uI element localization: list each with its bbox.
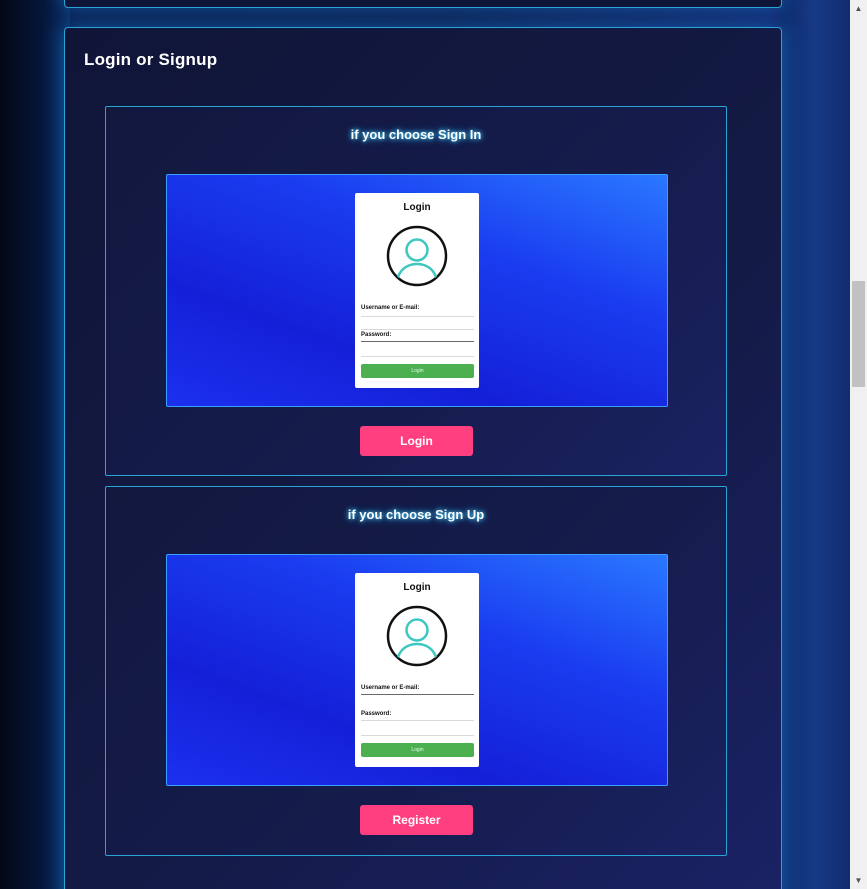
preview-login-button: Login (361, 364, 474, 378)
preview-divider (361, 735, 474, 736)
page: Login or Signup if you choose Sign In Lo… (0, 0, 850, 889)
user-avatar-icon (386, 605, 448, 667)
preview-login-form: Login Username or E-mail: Password: Logi… (355, 573, 479, 767)
preview-password-field (361, 341, 474, 342)
preview-password-label: Password: (361, 332, 392, 338)
register-button[interactable]: Register (360, 805, 473, 835)
preview-form-title: Login (403, 202, 431, 213)
preview-username-field (361, 316, 474, 317)
arrow-up-icon[interactable]: ▲ (850, 0, 867, 17)
preview-password-label: Password: (361, 711, 392, 717)
login-signup-section: Login or Signup if you choose Sign In Lo… (64, 27, 782, 889)
preview-divider (361, 329, 474, 330)
preview-login-button: Login (361, 743, 474, 757)
scrollbar-thumb[interactable] (852, 281, 865, 387)
preview-username-label: Username or E-mail: (361, 685, 420, 691)
right-glow-background (780, 0, 850, 889)
preview-password-field (361, 720, 474, 721)
login-button[interactable]: Login (360, 426, 473, 456)
preview-divider (361, 356, 474, 357)
sign-up-option-card: if you choose Sign Up Login Username or … (105, 486, 727, 856)
preview-username-field (361, 694, 474, 695)
preview-username-label: Username or E-mail: (361, 305, 420, 311)
sign-up-preview-image: Login Username or E-mail: Password: Logi… (166, 554, 668, 786)
preview-form-title: Login (403, 582, 431, 593)
sign-in-option-card: if you choose Sign In Login Username or … (105, 106, 727, 476)
previous-section-card (64, 0, 782, 8)
user-avatar-icon (386, 225, 448, 287)
option-heading: if you choose Sign In (350, 127, 482, 142)
left-glow-background (0, 0, 70, 889)
vertical-scrollbar[interactable]: ▲ ▼ (850, 0, 867, 889)
preview-login-form: Login Username or E-mail: Password: Logi… (355, 193, 479, 388)
arrow-down-icon[interactable]: ▼ (850, 872, 867, 889)
section-title: Login or Signup (84, 50, 218, 69)
option-heading: if you choose Sign Up (347, 507, 485, 522)
sign-in-preview-image: Login Username or E-mail: Password: Logi… (166, 174, 668, 407)
